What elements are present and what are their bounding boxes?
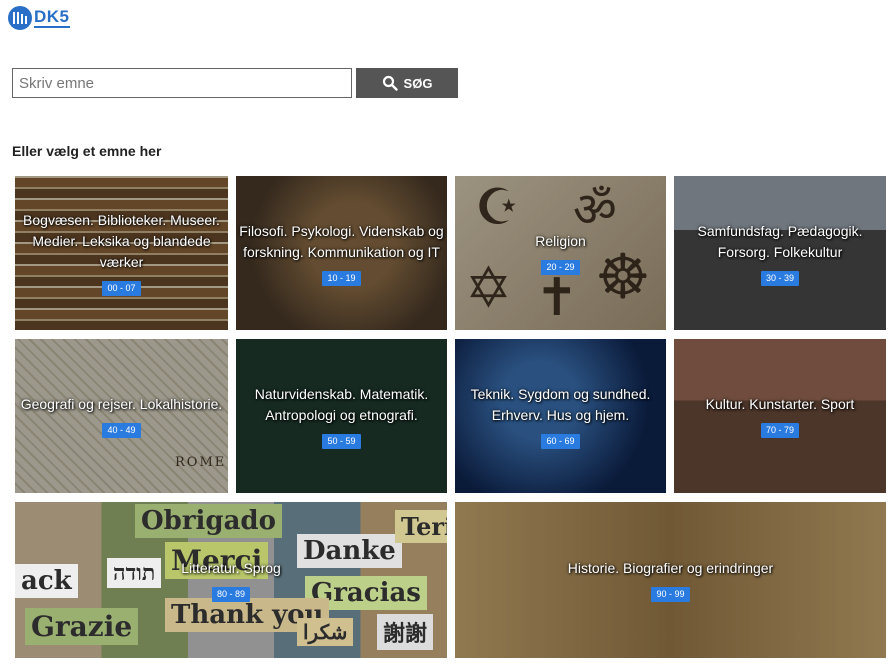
tile-range-badge: 20 - 29: [541, 260, 580, 275]
language-word: Grazie: [25, 608, 139, 645]
language-word: תודה: [107, 558, 162, 588]
tile-range-badge: 60 - 69: [541, 433, 580, 449]
language-word: Teri: [395, 510, 447, 543]
crescent-star-icon: ☪: [475, 178, 520, 236]
tile-00-07[interactable]: Bogvæsen. Biblioteker. Museer. Medier. L…: [15, 176, 228, 330]
tile-label: Filosofi. Psykologi. Videnskab og forskn…: [239, 222, 444, 260]
tile-range-badge: 00 - 07: [102, 281, 141, 296]
tile-70-79[interactable]: Kultur. Kunstarter. Sport 70 - 79: [674, 339, 886, 493]
tile-label: Teknik. Sygdom og sundhed. Erhverv. Hus …: [470, 385, 651, 423]
tile-10-19[interactable]: Filosofi. Psykologi. Videnskab og forskn…: [236, 176, 447, 330]
tile-label: Kultur. Kunstarter. Sport: [705, 396, 855, 412]
tile-label: Litteratur. Sprog: [181, 560, 281, 576]
language-word: Obrigado: [135, 504, 282, 538]
search-button-label: SØG: [403, 75, 433, 91]
search-input[interactable]: [12, 68, 352, 98]
tile-label: Samfundsfag. Pædagogik. Forsorg. Folkeku…: [697, 222, 863, 260]
language-word: 謝謝: [377, 614, 434, 650]
tile-80-89[interactable]: Obrigado Merci Danke Gracias Grazie Than…: [15, 502, 447, 658]
tile-50-59[interactable]: Naturvidenskab. Matematik. Antropologi o…: [236, 339, 447, 493]
search-button[interactable]: SØG: [356, 68, 458, 98]
star-of-david-icon: ✡: [465, 256, 512, 321]
tile-90-99[interactable]: Historie. Biografier og erindringer 90 -…: [455, 502, 886, 658]
cross-icon: ✝: [535, 268, 579, 328]
logo-text: DK5: [34, 7, 70, 28]
language-word: شكرا: [297, 618, 354, 646]
dharma-wheel-icon: ☸: [595, 240, 651, 313]
library-icon: [8, 6, 32, 30]
tile-range-badge: 10 - 19: [322, 270, 361, 286]
language-word: Danke: [297, 534, 402, 568]
language-word: ack: [15, 564, 78, 598]
tile-range-badge: 40 - 49: [102, 423, 141, 438]
tile-30-39[interactable]: Samfundsfag. Pædagogik. Forsorg. Folkeku…: [674, 176, 886, 330]
tile-range-badge: 70 - 79: [760, 423, 799, 438]
tile-40-49[interactable]: ROME Geografi og rejser. Lokalhistorie. …: [15, 339, 228, 493]
tile-range-badge: 30 - 39: [760, 270, 800, 286]
tile-label: Naturvidenskab. Matematik. Antropologi o…: [254, 385, 429, 423]
tile-range-badge: 50 - 59: [322, 433, 361, 449]
tile-20-29[interactable]: ☪ ॐ ✡ ✝ ☸ Religion 20 - 29: [455, 176, 666, 330]
tile-range-badge: 90 - 99: [651, 587, 690, 602]
tile-label: Bogvæsen. Biblioteker. Museer. Medier. L…: [23, 212, 220, 270]
map-word: ROME: [175, 455, 227, 470]
section-heading: Eller vælg et emne her: [12, 143, 162, 159]
tile-range-badge: 80 - 89: [211, 587, 251, 602]
tile-label: Historie. Biografier og erindringer: [567, 560, 774, 576]
search-icon: [382, 75, 398, 91]
dk5-logo[interactable]: DK5: [8, 6, 70, 30]
tile-label: Geografi og rejser. Lokalhistorie.: [20, 396, 223, 412]
tile-label: Religion: [535, 233, 586, 249]
tile-60-69[interactable]: Teknik. Sygdom og sundhed. Erhverv. Hus …: [455, 339, 666, 493]
